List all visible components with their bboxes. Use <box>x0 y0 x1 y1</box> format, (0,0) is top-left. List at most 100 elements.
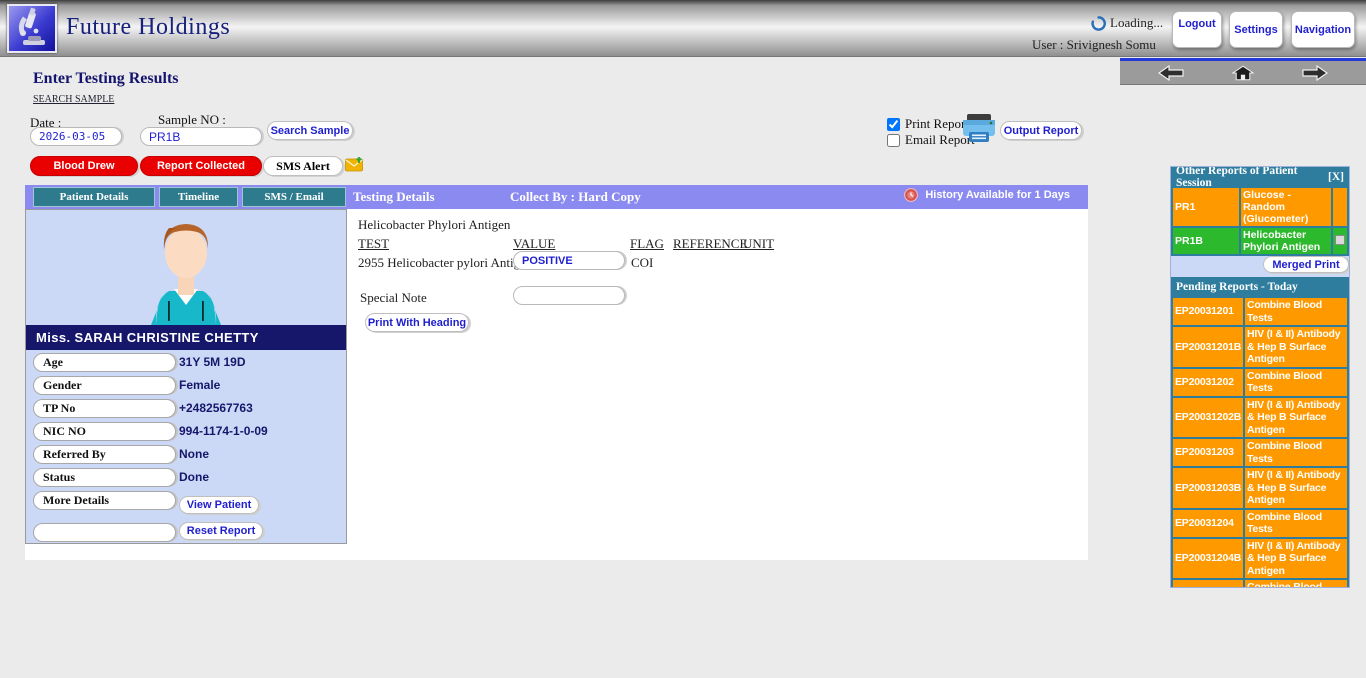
other-report-name[interactable]: Helicobacter Phylori Antigen <box>1239 226 1333 256</box>
pending-report-id[interactable]: EP20031204 <box>1171 507 1245 539</box>
search-sample-button[interactable]: Search Sample <box>267 121 353 140</box>
other-report-name[interactable]: Glucose - Random (Glucometer) <box>1239 186 1333 228</box>
pending-report-row[interactable]: EP20031203 Combine Blood Tests <box>1171 437 1349 468</box>
printer-icon[interactable] <box>961 113 997 143</box>
other-report-row[interactable]: PR1 Glucose - Random (Glucometer) <box>1171 186 1349 228</box>
reset-report-label: Reset Report <box>186 525 256 537</box>
pending-report-row[interactable]: EP20031201B HIV (I & II) Antibody & Hep … <box>1171 325 1349 369</box>
pending-report-name[interactable]: Combine Blood Tests <box>1243 578 1349 587</box>
col-header-reference: REFERENCE <box>673 236 748 251</box>
blood-drew-button[interactable]: Blood Drew <box>30 156 138 176</box>
patient-field-label: Gender <box>33 376 176 395</box>
tab-sms-email-label: SMS / Email <box>264 191 324 203</box>
patient-field-row: Referred By None <box>26 444 346 467</box>
patient-field-label: Referred By <box>33 445 176 464</box>
settings-button[interactable]: Settings <box>1229 11 1283 48</box>
pending-report-name[interactable]: Combine Blood Tests <box>1243 366 1349 398</box>
patient-avatar <box>26 210 346 325</box>
special-note-label: Special Note <box>360 290 427 305</box>
special-note-input[interactable] <box>513 286 625 305</box>
testing-details-heading: Testing Details <box>353 189 435 204</box>
navigation-button[interactable]: Navigation <box>1291 11 1355 48</box>
other-reports-title: Other Reports of Patient Session <box>1176 166 1298 189</box>
merge-checkbox[interactable] <box>1335 234 1345 245</box>
pending-report-row[interactable]: EP20031204B HIV (I & II) Antibody & Hep … <box>1171 536 1349 580</box>
app-header: Future Holdings Loading... User : Srivig… <box>0 0 1366 57</box>
pending-report-id[interactable]: EP20031202 <box>1171 366 1245 398</box>
tab-sms-email[interactable]: SMS / Email <box>242 187 346 207</box>
home-icon[interactable] <box>1232 64 1254 82</box>
sample-no-label: Sample NO : <box>158 112 226 127</box>
right-reports-panel: Other Reports of Patient Session [X] PR1… <box>1170 166 1350 588</box>
close-panel-button[interactable]: [X] <box>1328 171 1344 183</box>
tab-patient-details[interactable]: Patient Details <box>33 187 155 207</box>
pending-report-id[interactable]: EP20031201 <box>1171 296 1245 327</box>
microscope-icon <box>18 7 45 45</box>
pending-report-row[interactable]: EP20031202B HIV (I & II) Antibody & Hep … <box>1171 395 1349 439</box>
email-report-checkbox[interactable] <box>887 133 900 147</box>
pending-reports-list: EP20031201 Combine Blood Tests EP2003120… <box>1171 296 1349 587</box>
pending-report-row[interactable]: EP20031204 Combine Blood Tests <box>1171 507 1349 539</box>
settings-label: Settings <box>1234 23 1278 36</box>
merged-print-button[interactable]: Merged Print <box>1263 256 1349 273</box>
pending-report-id[interactable]: EP20031202B <box>1171 395 1245 439</box>
print-report-label: Print Report <box>905 116 969 131</box>
history-nav-bar <box>1120 58 1366 85</box>
email-envelope-icon[interactable] <box>345 157 365 172</box>
forward-arrow-icon[interactable] <box>1302 64 1328 81</box>
patient-name-bar: Miss. SARAH CHRISTINE CHETTY <box>26 325 346 350</box>
patient-field-value: Female <box>179 378 221 392</box>
app-logo <box>7 4 57 53</box>
sample-no-input[interactable] <box>140 127 262 146</box>
patient-field-label: Status <box>33 468 176 487</box>
output-report-button[interactable]: Output Report <box>1000 121 1082 140</box>
other-reports-header: Other Reports of Patient Session [X] <box>1171 166 1349 189</box>
pending-report-name[interactable]: Combine Blood Tests <box>1243 507 1349 539</box>
blood-drew-label: Blood Drew <box>53 160 115 172</box>
pending-report-id[interactable]: EP20031203 <box>1171 437 1245 468</box>
date-input[interactable] <box>30 127 122 146</box>
print-with-heading-button[interactable]: Print With Heading <box>365 313 469 332</box>
pending-report-name[interactable]: HIV (I & II) Antibody & Hep B Surface An… <box>1243 536 1349 580</box>
reset-report-button[interactable]: Reset Report <box>179 522 263 540</box>
tab-timeline-label: Timeline <box>177 191 220 203</box>
pending-report-name[interactable]: Combine Blood Tests <box>1243 296 1349 327</box>
sms-alert-button[interactable]: SMS Alert <box>263 156 343 176</box>
pending-report-row[interactable]: EP20031203B HIV (I & II) Antibody & Hep … <box>1171 466 1349 510</box>
other-report-id[interactable]: PR1B <box>1171 226 1241 256</box>
report-collected-button[interactable]: Report Collected <box>140 156 262 176</box>
history-note-label: History Available for 1 Days <box>925 189 1070 201</box>
view-patient-button[interactable]: View Patient <box>179 496 259 514</box>
test-value-input[interactable] <box>513 251 625 270</box>
merged-print-label: Merged Print <box>1272 258 1340 271</box>
pending-report-id[interactable]: EP20031204B <box>1171 536 1245 580</box>
pending-report-name[interactable]: Combine Blood Tests <box>1243 437 1349 468</box>
other-report-row[interactable]: PR1B Helicobacter Phylori Antigen <box>1171 226 1349 256</box>
pending-reports-title: Pending Reports - Today <box>1176 280 1298 293</box>
search-sample-button-label: Search Sample <box>270 124 350 137</box>
patient-field-label: Age <box>33 353 176 372</box>
patient-fields-list: Age 31Y 5M 19D Gender Female TP No +2482… <box>26 352 346 513</box>
tab-timeline[interactable]: Timeline <box>159 187 238 207</box>
other-report-check-cell <box>1331 226 1349 256</box>
pending-report-id[interactable]: EP20031201B <box>1171 325 1245 369</box>
patient-field-label: TP No <box>33 399 176 418</box>
patient-field-value: 994-1174-1-0-09 <box>179 424 268 438</box>
pending-report-row[interactable]: EP20031205 Combine Blood Tests <box>1171 578 1349 587</box>
person-avatar-icon <box>151 224 221 325</box>
pending-report-name[interactable]: HIV (I & II) Antibody & Hep B Surface An… <box>1243 466 1349 510</box>
tab-patient-details-label: Patient Details <box>59 191 129 203</box>
pending-report-row[interactable]: EP20031201 Combine Blood Tests <box>1171 296 1349 327</box>
testing-results-section: Helicobacter Phylori Antigen TEST VALUE … <box>352 209 1082 549</box>
other-report-id[interactable]: PR1 <box>1171 186 1241 228</box>
pending-report-row[interactable]: EP20031202 Combine Blood Tests <box>1171 366 1349 398</box>
pending-report-name[interactable]: HIV (I & II) Antibody & Hep B Surface An… <box>1243 395 1349 439</box>
pending-reports-header: Pending Reports - Today <box>1171 277 1349 296</box>
search-sample-link[interactable]: SEARCH SAMPLE <box>33 94 114 105</box>
logout-button[interactable]: Logout <box>1172 11 1222 48</box>
pending-report-name[interactable]: HIV (I & II) Antibody & Hep B Surface An… <box>1243 325 1349 369</box>
pending-report-id[interactable]: EP20031205 <box>1171 578 1245 587</box>
print-report-checkbox[interactable] <box>887 117 900 131</box>
pending-report-id[interactable]: EP20031203B <box>1171 466 1245 510</box>
back-arrow-icon[interactable] <box>1158 64 1184 81</box>
